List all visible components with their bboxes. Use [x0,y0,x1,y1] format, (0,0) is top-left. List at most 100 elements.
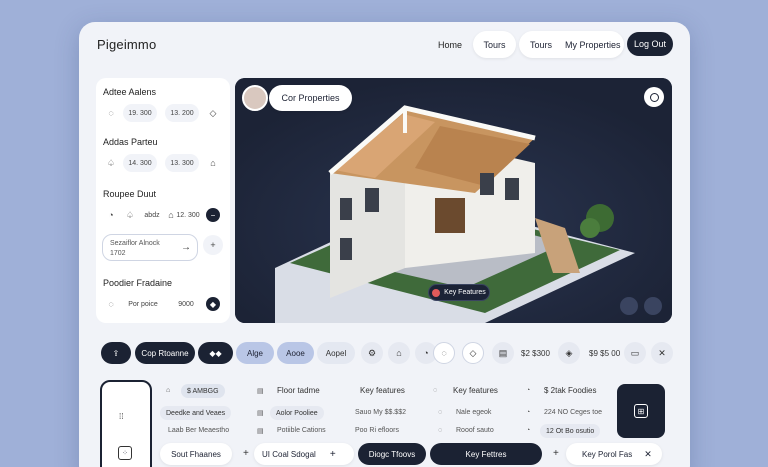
drag-handle-icon: ⁞⁞ [119,412,124,421]
column-header: Key features [453,386,498,395]
grid-view-button[interactable]: ⊞ [617,384,665,438]
clock-icon: ◔ [526,409,531,416]
avatar[interactable] [242,85,268,111]
mobile-preview[interactable]: ⁞⁞ ⁘ [100,380,152,467]
close-icon: ✕ [644,448,652,459]
clock-icon: ◔ [526,427,531,434]
logout-button[interactable]: Log Out [627,32,673,56]
sidebar-value: 19. 300 [123,104,157,122]
property-3d-view[interactable]: Cor Properties Key Features [235,78,672,323]
upload-button[interactable]: ⇪ [101,342,131,364]
folder-icon[interactable]: ▭ [624,342,646,364]
pin-icon[interactable]: ◇ [204,104,222,122]
price-filter[interactable]: $2 $300 [521,349,550,358]
rotate-right-button[interactable] [644,297,662,315]
action-button[interactable]: Key Porol Fas ✕ [566,443,662,465]
nav-tours[interactable]: Tours [530,40,552,50]
bulb-icon: ◌ [438,409,443,416]
sidebar-section-title: Addas Parteu [103,137,158,147]
add-icon[interactable]: + [243,448,249,459]
action-button-label: Key Porol Fas [582,449,633,459]
circle-icon [649,92,659,102]
table-cell: Deedke and Veaes [160,406,232,420]
action-button-label: UI Coal Sdogal [262,449,316,459]
bulb-icon: ◌ [433,387,438,394]
close-icon[interactable]: ✕ [651,342,673,364]
sidebar-footer-title: Poodier Fradaine [103,278,173,288]
sidebar-value: abdz [144,211,160,219]
grid-icon: ⊞ [634,404,648,418]
bell-icon[interactable]: ♤ [121,206,139,224]
table-cell: Nale egeok [456,409,492,416]
filter-chip[interactable]: Cop Rtoanne [135,342,195,364]
sidebar-section-title: Adtee Aalens [103,87,157,97]
filter-chip[interactable]: Alge [236,342,274,364]
action-button[interactable]: Diogc Tfoovs [358,443,426,465]
remove-icon[interactable]: − [206,208,220,222]
compass-icon[interactable]: ◇ [462,342,484,364]
filter-chip[interactable]: Aopel [317,342,355,364]
column-header: Key features [360,386,405,395]
bulb-icon[interactable]: ◌ [102,104,120,122]
doc-icon[interactable]: ▤ [492,342,514,364]
table-cell: Poo Ri efloors [355,427,399,434]
nav-my-properties[interactable]: My Properties [565,40,621,50]
filter-chip[interactable]: Aooe [277,342,314,364]
action-button[interactable]: Sout Fhaanes [160,443,232,465]
key-features-label: Key Features [444,289,486,296]
doc-icon: ▤ [257,428,264,435]
brand-logo: Pigeimmo [97,37,157,52]
sidebar-value: 13. 200 [165,104,199,122]
bulb-icon: ◌ [438,427,443,434]
lock-icon[interactable]: ⌂ [204,154,222,172]
table-cell: Rooof sauto [456,427,494,434]
bulb-icon[interactable]: ◌ [433,342,455,364]
nav-tours-active[interactable]: Tours [473,31,516,58]
rotate-left-button[interactable] [620,297,638,315]
bell-icon[interactable]: ♤ [102,154,120,172]
action-button[interactable]: Key Fettres [430,443,542,465]
sidebar-value: 9000 [178,300,194,308]
lock-icon[interactable]: ⌂ [388,342,410,364]
doc-icon: ▤ [257,388,264,395]
sidebar-panel: Adtee Aalens ◌ 19. 300 13. 200 ◇ Addas P… [96,78,230,323]
sidebar-value: 14. 300 [123,154,157,172]
table-cell: Potiible Cations [277,427,326,434]
add-icon[interactable]: + [553,448,559,459]
price-filter[interactable]: $9 $5 00 [589,349,620,358]
nav-group: Tours My Properties [519,31,624,58]
settings-icon[interactable]: ⚙ [361,342,383,364]
arrow-right-icon[interactable]: → [181,242,191,253]
search-value: 1702 [110,250,126,257]
column-header: Floor tadme [277,386,320,395]
record-button[interactable] [644,87,664,107]
sidebar-section-title: Roupee Duut [103,189,157,199]
dot-icon [432,288,441,297]
check-icon[interactable]: ◆ [206,297,220,311]
table-cell: 12 Ot Bo osutio [540,424,601,438]
clock-icon[interactable]: ◔ [102,206,120,224]
column-header: $ 2tak Foodies [544,386,597,395]
doc-icon: ▤ [257,410,264,417]
table-cell: Aolor Pooliee [270,406,324,420]
tags-button[interactable]: ◆◆ [198,342,233,364]
table-cell: Sauo My $$.$$2 [355,409,406,416]
properties-badge[interactable]: Cor Properties [269,85,352,111]
add-icon[interactable]: + [203,235,223,255]
amount-chip[interactable]: $ AMBGG [181,384,225,398]
search-field[interactable]: Sezaiflor Alnock 1702 → [102,234,198,261]
nav-home[interactable]: Home [438,31,462,58]
clock-icon: ◔ [526,387,531,394]
key-features-tag[interactable]: Key Features [428,284,490,301]
table-cell: Laab Ber Meaestho [168,427,230,434]
table-cell: 224 NO Ceges toe [544,409,602,416]
search-label: Sezaiflor Alnock [110,240,160,247]
shield-icon[interactable]: ◈ [558,342,580,364]
sidebar-value: Por poice [128,300,158,308]
sidebar-value: 12. 300 [176,211,200,219]
bulb-icon[interactable]: ◌ [102,295,120,313]
action-button[interactable]: UI Coal Sdogal + [254,443,354,465]
grid-icon: ⁘ [118,446,132,460]
add-icon: + [329,448,336,460]
sidebar-value: 13. 300 [165,154,199,172]
